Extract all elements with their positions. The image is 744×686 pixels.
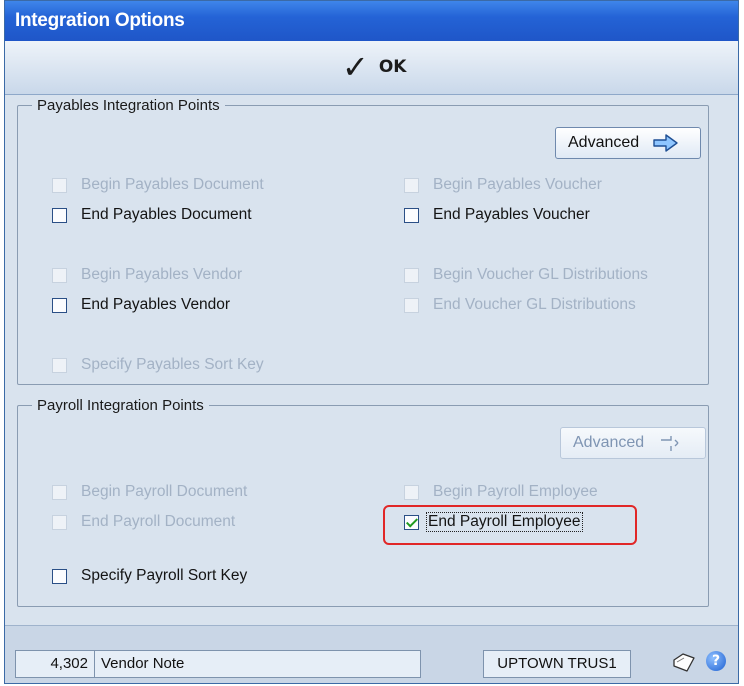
arrow-right-icon	[653, 134, 678, 152]
checkbox-box	[404, 297, 419, 313]
checkbox-specify-payables-sort-key[interactable]: Specify Payables Sort Key	[52, 356, 264, 374]
checkbox-label: Begin Payables Voucher	[433, 176, 602, 193]
checkbox-box	[52, 267, 67, 283]
checkbox-box	[52, 568, 67, 584]
status-bar: 4,302 Vendor Note UPTOWN TRUS1 ?	[5, 625, 738, 683]
highlight-annotation	[383, 505, 637, 545]
payroll-advanced-button[interactable]: Advanced	[560, 427, 706, 459]
checkbox-box	[404, 177, 419, 193]
checkbox-label: End Payables Vendor	[81, 296, 231, 313]
checkbox-label: Begin Payroll Document	[81, 483, 248, 500]
toolbar: ✓ OK	[5, 41, 738, 95]
checkbox-box	[52, 484, 67, 500]
checkbox-box	[404, 484, 419, 500]
checkbox-box	[52, 177, 67, 193]
checkbox-specify-payroll-sort-key[interactable]: Specify Payroll Sort Key	[52, 567, 247, 585]
checkbox-begin-voucher-gl-distributions[interactable]: Begin Voucher GL Distributions	[404, 266, 648, 284]
checkbox-box	[52, 357, 67, 373]
integration-options-window: Integration Options ✓ OK Payables Integr…	[4, 0, 739, 684]
checkbox-label: Begin Voucher GL Distributions	[433, 266, 648, 283]
checkbox-end-payables-voucher[interactable]: End Payables Voucher	[404, 206, 590, 224]
checkbox-begin-payroll-employee[interactable]: Begin Payroll Employee	[404, 483, 598, 501]
checkbox-begin-payables-vendor[interactable]: Begin Payables Vendor	[52, 266, 242, 284]
ok-label: OK	[378, 57, 407, 77]
checkbox-end-payables-document[interactable]: End Payables Document	[52, 206, 252, 224]
checkbox-label: Begin Payables Document	[81, 176, 264, 193]
checkbox-label: End Payables Document	[81, 206, 252, 223]
checkbox-box	[52, 514, 67, 530]
checkbox-box	[52, 297, 67, 313]
checkbox-label: End Payables Voucher	[433, 206, 590, 223]
checkbox-label: Specify Payables Sort Key	[81, 356, 264, 373]
window-title: Integration Options	[5, 1, 738, 41]
payables-advanced-button[interactable]: Advanced	[555, 127, 701, 159]
checkbox-label: Specify Payroll Sort Key	[81, 567, 248, 584]
payables-group-legend: Payables Integration Points	[32, 97, 225, 114]
checkbox-box	[52, 207, 67, 223]
advanced-label: Advanced	[573, 434, 645, 451]
note-button[interactable]	[671, 652, 697, 674]
checkbox-begin-payroll-document[interactable]: Begin Payroll Document	[52, 483, 247, 501]
checkbox-begin-payables-voucher[interactable]: Begin Payables Voucher	[404, 176, 602, 194]
record-label-field: Vendor Note	[94, 650, 421, 678]
checkbox-label: End Voucher GL Distributions	[433, 296, 636, 313]
checkbox-end-voucher-gl-distributions[interactable]: End Voucher GL Distributions	[404, 296, 636, 314]
checkbox-label: End Payroll Document	[81, 513, 236, 530]
checkbox-end-payroll-document[interactable]: End Payroll Document	[52, 513, 235, 531]
arrow-right-disabled-icon	[661, 436, 679, 451]
payroll-group-legend: Payroll Integration Points	[32, 397, 209, 414]
checkmark-icon: ✓	[342, 48, 369, 86]
help-icon[interactable]: ?	[706, 651, 726, 671]
checkbox-label: Begin Payables Vendor	[81, 266, 243, 283]
checkbox-box	[404, 267, 419, 283]
company-field: UPTOWN TRUS1	[483, 650, 631, 678]
ok-button[interactable]: ✓ OK	[342, 47, 442, 87]
checkbox-end-payables-vendor[interactable]: End Payables Vendor	[52, 296, 230, 314]
checkbox-label: Begin Payroll Employee	[433, 483, 598, 500]
note-icon	[673, 653, 695, 672]
advanced-label: Advanced	[568, 134, 640, 151]
checkbox-box	[404, 207, 419, 223]
checkbox-begin-payables-document[interactable]: Begin Payables Document	[52, 176, 264, 194]
record-number-field: 4,302	[15, 650, 95, 678]
